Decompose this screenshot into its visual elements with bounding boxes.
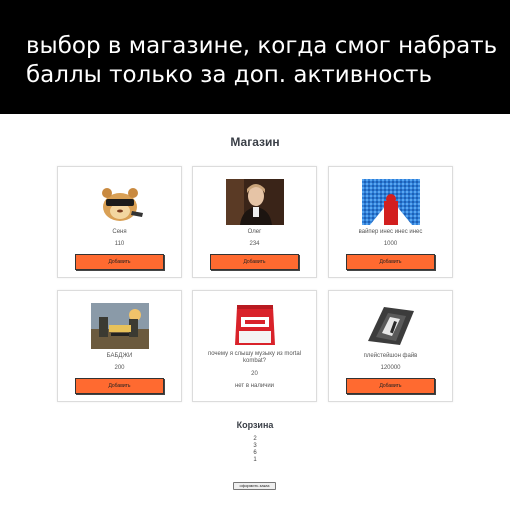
- shop-title: Магазин: [230, 135, 280, 149]
- add-to-cart-button[interactable]: Добавить: [346, 254, 435, 270]
- product-price: 200: [114, 365, 125, 371]
- pubg-game-cover-image: [90, 303, 149, 349]
- product-card: почему я слышу музыку из mortal kombat? …: [192, 290, 317, 402]
- hamster-sunglasses-image: [95, 181, 145, 223]
- product-grid: Сеня 110 Добавить Олег 234 Добавить вайп…: [57, 166, 453, 404]
- meme-caption: выбор в магазине, когда смог набрать бал…: [0, 0, 510, 114]
- man-portrait-image: [225, 179, 284, 225]
- out-of-stock-label: нет в наличии: [234, 383, 275, 389]
- red-figure-pixel-image: [361, 179, 420, 225]
- product-card: Сеня 110 Добавить: [57, 166, 182, 278]
- add-to-cart-button[interactable]: Добавить: [210, 254, 299, 270]
- product-card: плейстейшон файв 120000 Добавить: [328, 290, 453, 402]
- caption-line-2: баллы только за доп. активность: [26, 62, 433, 88]
- product-card: БАБДЖИ 200 Добавить: [57, 290, 182, 402]
- product-card: вайпер инес инес инес 1000 Добавить: [328, 166, 453, 278]
- product-name: Олег: [247, 229, 262, 235]
- product-price: 1000: [383, 241, 398, 247]
- product-card: Олег 234 Добавить: [192, 166, 317, 278]
- product-name: почему я слышу музыку из mortal kombat?: [207, 351, 302, 364]
- place-order-button[interactable]: оформить заказ: [233, 482, 276, 490]
- cart-item: 1: [253, 457, 257, 463]
- product-name: БАБДЖИ: [106, 353, 133, 359]
- product-name: Сеня: [112, 229, 127, 235]
- product-price: 110: [114, 241, 125, 247]
- product-name: вайпер инес инес инес: [358, 229, 423, 235]
- game-console-image: [361, 303, 420, 349]
- cart-item: 6: [253, 450, 257, 456]
- red-snack-bag-image: [233, 303, 277, 349]
- product-name: плейстейшон файв: [363, 353, 418, 359]
- cart-title: Корзина: [236, 420, 274, 430]
- caption-line-1: выбор в магазине, когда смог набрать: [26, 33, 498, 59]
- add-to-cart-button[interactable]: Добавить: [75, 378, 164, 394]
- cart-list: 2 3 6 1: [0, 436, 510, 464]
- product-price: 120000: [380, 365, 401, 371]
- product-price: 20: [251, 371, 258, 377]
- product-price: 234: [249, 241, 260, 247]
- add-to-cart-button[interactable]: Добавить: [346, 378, 435, 394]
- cart-item: 2: [253, 436, 257, 442]
- cart-item: 3: [253, 443, 257, 449]
- add-to-cart-button[interactable]: Добавить: [75, 254, 164, 270]
